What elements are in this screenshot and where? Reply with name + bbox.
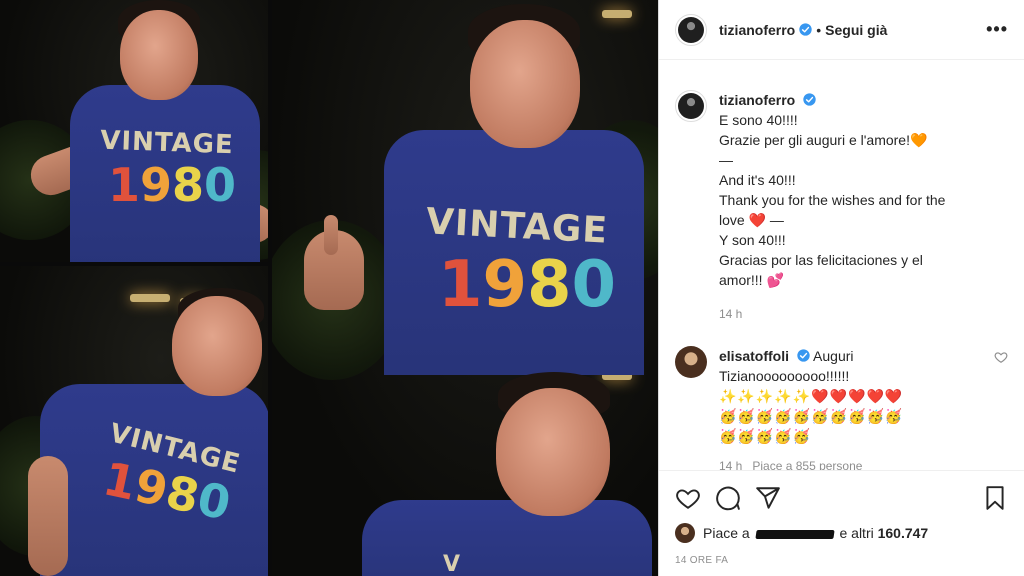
caption-line: And it's 40!!! [719,172,796,188]
instagram-post-view: VINTAGE 1980 VINTAGE 1980 VINTAGE 1980 V… [0,0,1024,576]
like-comment-heart-icon[interactable] [994,350,1008,364]
caption-line: love ❤️ — [719,212,784,228]
header-separator: • [816,21,822,38]
shirt-vintage-text-bottom: V [442,552,462,576]
likes-count: 160.747 [877,525,929,541]
author-avatar[interactable] [675,13,707,46]
caption-time: 14 h [719,307,743,321]
likes-suffix: e altri [839,525,874,541]
caption-line: E sono 40!!!! [719,112,798,128]
comment-emoji-row: ✨✨✨✨✨❤️❤️❤️❤️❤️ [719,388,904,404]
likes-prefix: Piace a [703,525,750,541]
caption-line: — [719,152,733,168]
comment-meta: 14 h Piace a 855 persone [719,459,863,470]
caption-comment: tizianoferro E sono 40!!!! Grazie per gl… [675,90,1008,324]
photo-tile-right: VINTAGE 1980 V [272,0,658,576]
comments-section: tizianoferro E sono 40!!!! Grazie per gl… [659,60,1024,470]
comment-text: Tizianooooooooo!!!!!! [719,368,850,384]
caption-line: amor!!! 💕 [719,272,784,288]
photo-tile-top-left: VINTAGE 1980 [0,0,268,262]
photo-tile-bottom-left: VINTAGE 1980 [0,266,268,576]
caption-line: Grazie per gli auguri e l'amore!🧡 [719,132,928,148]
comment-emoji-row: 🥳🥳🥳🥳🥳🥳🥳🥳🥳🥳 [719,408,904,424]
verified-badge-icon [799,23,812,36]
shirt-vintage-text: VINTAGE [99,125,235,161]
redacted-username [754,529,835,539]
liker-avatar [675,523,695,543]
caption-line: Thank you for the wishes and for the [719,192,946,208]
comment-bubble-icon[interactable] [715,485,741,511]
caption-line: Gracias por las felicitaciones y el [719,252,923,268]
like-heart-icon[interactable] [675,485,701,511]
author-username[interactable]: tizianoferro [719,22,795,38]
post-actions: Piace a e altri 160.747 14 ORE FA [659,470,1024,576]
post-header: tizianoferro • Segui già ••• [659,0,1024,60]
likes-summary[interactable]: Piace a e altri 160.747 [675,523,1008,543]
post-side-panel: tizianoferro • Segui già ••• tizianoferr… [658,0,1024,576]
more-options-icon[interactable]: ••• [986,19,1008,40]
commenter-username[interactable]: elisatoffoli [719,348,789,364]
post-timestamp: 14 ORE FA [675,555,729,566]
comment-item: elisatoffoli Auguri Tizianooooooooo!!!!!… [675,346,1008,470]
caption-line: Y son 40!!! [719,232,786,248]
comment-emoji-row: 🥳🥳🥳🥳🥳 [719,428,812,444]
save-bookmark-icon[interactable] [982,485,1008,511]
shirt-year-text: 1980 [437,248,617,322]
comment-text: Auguri [813,348,854,364]
follow-status-button[interactable]: Segui già [825,22,887,38]
commenter-avatar[interactable] [675,346,707,378]
verified-badge-icon [803,93,816,106]
author-avatar[interactable] [675,90,707,122]
post-photo-collage[interactable]: VINTAGE 1980 VINTAGE 1980 VINTAGE 1980 V [0,0,658,576]
shirt-year-text: 1980 [107,158,237,212]
caption-username[interactable]: tizianoferro [719,92,795,108]
share-paper-plane-icon[interactable] [755,485,781,511]
verified-badge-icon [797,349,810,362]
